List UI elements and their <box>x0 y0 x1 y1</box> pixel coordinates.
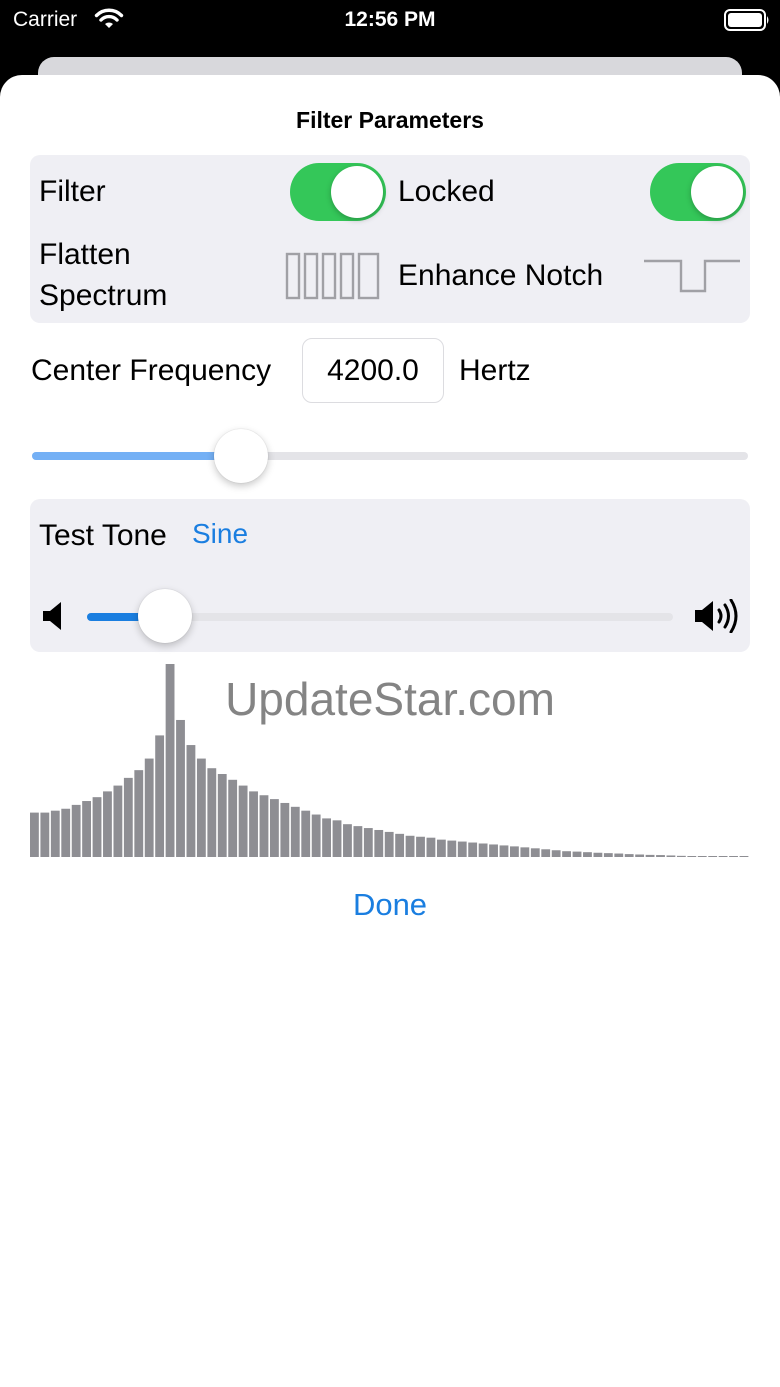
flatten-label-line1: Flatten <box>39 238 131 271</box>
spectrum-bar <box>499 845 509 857</box>
slider-fill <box>32 452 241 460</box>
spectrum-bar <box>676 855 686 857</box>
spectrum-bar <box>217 774 227 857</box>
spectrum-bar <box>144 758 154 857</box>
spectrum-bar <box>238 785 248 857</box>
toggle-knob <box>691 166 743 218</box>
done-button[interactable]: Done <box>0 887 780 923</box>
spectrum-bar <box>718 856 728 857</box>
spectrum-bar <box>697 856 707 857</box>
spectrum-bar <box>71 804 81 857</box>
spectrum-bar <box>50 810 60 857</box>
spectrum-bar <box>196 758 206 857</box>
center-frequency-slider-thumb[interactable] <box>214 429 268 483</box>
enhance-notch-label: Enhance Notch <box>398 259 604 292</box>
spectrum-bar <box>666 855 676 857</box>
spectrum-bar <box>416 836 425 857</box>
spectrum-bar <box>510 846 519 857</box>
center-frequency-slider[interactable] <box>32 452 748 460</box>
center-frequency-input[interactable]: 4200.0 <box>302 338 444 403</box>
spectrum-bar <box>489 844 498 857</box>
spectrum-bar <box>228 779 238 857</box>
locked-toggle[interactable] <box>650 163 746 221</box>
spectrum-bar <box>624 854 634 857</box>
spectrum-display <box>30 664 749 857</box>
volume-min-icon <box>42 601 64 636</box>
spectrum-bar <box>603 853 613 857</box>
battery-icon <box>724 9 770 37</box>
notch-icon[interactable] <box>643 258 741 299</box>
spectrum-bar <box>113 785 123 857</box>
spectrum-bar <box>270 799 279 857</box>
spectrum-bar <box>530 848 540 857</box>
spectrum-bar <box>332 820 342 857</box>
spectrum-bar <box>708 856 718 857</box>
spectrum-bar <box>343 824 352 857</box>
spectrum-bar <box>635 854 645 857</box>
spectrum-bar <box>447 840 457 857</box>
spectrum-bar <box>134 770 144 857</box>
volume-slider-thumb[interactable] <box>138 589 192 643</box>
spectrum-bar <box>520 847 530 857</box>
spectrum-bar <box>562 851 571 857</box>
spectrum-bar <box>259 795 269 857</box>
test-tone-label: Test Tone <box>39 519 167 552</box>
spectrum-bar <box>322 818 331 857</box>
spectrum-bar <box>551 850 561 857</box>
status-time: 12:56 PM <box>344 8 436 31</box>
spectrum-bar <box>593 852 603 857</box>
spectrum-bar <box>363 828 373 857</box>
spectrum-bar <box>572 851 582 857</box>
spectrum-bar <box>687 856 697 857</box>
spectrum-bar <box>82 801 91 857</box>
volume-max-icon <box>694 598 740 638</box>
frequency-unit-label: Hertz <box>459 354 531 387</box>
spectrum-bar <box>40 812 50 857</box>
filter-label: Filter <box>39 175 106 208</box>
spectrum-bar <box>290 806 300 857</box>
spectrum-bar <box>405 835 415 857</box>
spectrum-bar <box>92 797 102 857</box>
spectrum-bar <box>176 719 185 857</box>
spectrum-bar <box>426 837 436 857</box>
spectrum-bar <box>123 777 133 857</box>
spectrum-bar <box>478 843 488 857</box>
spectrum-bar <box>645 854 655 857</box>
spectrum-bar <box>301 810 311 857</box>
spectrum-bar <box>155 735 165 857</box>
spectrum-bar <box>656 855 665 857</box>
flatten-spectrum-label: Flatten Spectrum <box>39 234 167 317</box>
sheet-title: Filter Parameters <box>296 107 484 133</box>
spectrum-bar <box>436 839 446 857</box>
status-bar: Carrier 12:56 PM <box>0 0 780 44</box>
spectrum-bar <box>729 856 738 857</box>
flatten-label-line2: Spectrum <box>39 279 168 313</box>
spectrum-bar <box>583 852 592 857</box>
spectrum-bar <box>30 812 39 857</box>
center-frequency-label: Center Frequency <box>31 354 272 387</box>
spectrum-bar <box>186 745 196 857</box>
spectrum-bar <box>280 802 290 857</box>
waveform-selector[interactable]: Sine <box>192 515 248 554</box>
spectrum-bar <box>61 808 71 857</box>
spectrum-bar <box>374 829 384 857</box>
spectrum-bar <box>207 768 217 857</box>
spectrum-bar <box>353 826 363 857</box>
filter-toggle[interactable] <box>290 163 386 221</box>
spectrum-bar <box>457 841 467 857</box>
spectrum-bar <box>614 853 624 857</box>
spectrum-bar <box>249 791 258 857</box>
toggle-knob <box>331 166 383 218</box>
spectrum-bar <box>395 833 405 857</box>
spectrum-bar <box>165 664 175 857</box>
spectrum-bar <box>103 791 112 857</box>
spectrum-bar <box>739 856 749 857</box>
spectrum-bar <box>541 849 551 857</box>
locked-label: Locked <box>398 175 495 208</box>
spectrum-bar <box>384 831 394 857</box>
spectrum-bar <box>468 842 478 857</box>
spectrum-bar <box>311 814 321 857</box>
flatten-spectrum-icon[interactable] <box>285 252 381 305</box>
